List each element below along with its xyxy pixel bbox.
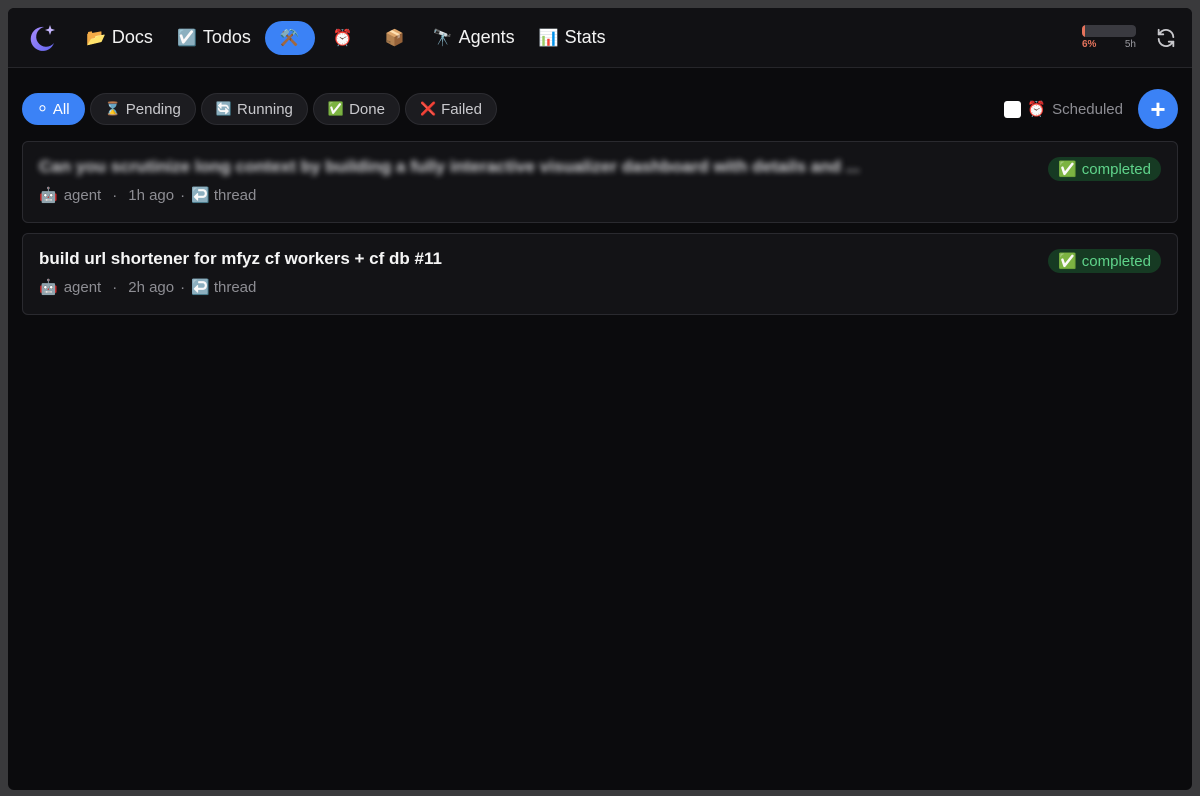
alarm-clock-icon: ⏰ bbox=[332, 29, 353, 47]
usage-meter[interactable]: 6% 5h bbox=[1082, 25, 1136, 50]
scheduled-label: Scheduled bbox=[1052, 100, 1123, 118]
task-time: 2h ago bbox=[128, 278, 175, 296]
cross-mark-icon: ❌ bbox=[419, 101, 437, 116]
nav-todos[interactable]: ☑️ Todos bbox=[167, 21, 261, 55]
nav-stats-label: Stats bbox=[564, 27, 606, 47]
filter-running-label: Running bbox=[237, 100, 293, 118]
bar-chart-icon: 📊 bbox=[538, 29, 559, 47]
nav-stats[interactable]: 📊 Stats bbox=[529, 21, 616, 55]
task-time: 1h ago bbox=[128, 186, 175, 204]
white-circle-icon: ⚪ bbox=[37, 101, 48, 116]
nav-agents-label: Agents bbox=[458, 27, 515, 47]
status-badge: ✅ completed bbox=[1048, 249, 1161, 273]
package-icon: 📦 bbox=[384, 29, 405, 47]
nav-agents[interactable]: 🔭 Agents bbox=[423, 21, 525, 55]
task-card[interactable]: build url shortener for mfyz cf workers … bbox=[22, 233, 1178, 315]
robot-icon: 🤖 bbox=[39, 279, 58, 296]
task-meta: 🤖 agent · 1h ago · ↩️ thread bbox=[39, 186, 1161, 205]
usage-percent: 6% bbox=[1082, 39, 1097, 50]
meta-separator: · bbox=[180, 186, 186, 204]
usage-labels: 6% 5h bbox=[1082, 39, 1136, 50]
moon-sparkle-logo-icon[interactable] bbox=[22, 18, 62, 58]
status-label: completed bbox=[1081, 160, 1151, 178]
filter-done[interactable]: ✅ Done bbox=[312, 93, 400, 125]
usage-bar-fill bbox=[1082, 25, 1086, 37]
status-badge: ✅ completed bbox=[1048, 157, 1161, 181]
filter-failed[interactable]: ❌ Failed bbox=[404, 93, 497, 125]
task-meta: 🤖 agent · 2h ago · ↩️ thread bbox=[39, 278, 1161, 297]
nav-tasks[interactable]: ⚒️ bbox=[264, 20, 315, 55]
app-window: 📂 Docs ☑️ Todos ⚒️ ⏰ 📦 🔭 Agents 📊 Stats … bbox=[8, 8, 1192, 790]
topbar-right: 6% 5h bbox=[1082, 25, 1178, 50]
filter-all-label: All bbox=[52, 100, 70, 118]
usage-bar bbox=[1082, 25, 1136, 37]
nav-todos-label: Todos bbox=[202, 27, 251, 47]
filter-pending[interactable]: ⌛ Pending bbox=[89, 93, 196, 125]
add-task-button[interactable]: + bbox=[1138, 89, 1178, 129]
filter-failed-label: Failed bbox=[441, 100, 482, 118]
status-filter-bar: ⚪ All ⌛ Pending 🔄 Running ✅ Done ❌ Faile… bbox=[8, 89, 1192, 129]
meta-separator: · bbox=[112, 278, 118, 296]
thread-link[interactable]: ↩️ thread bbox=[191, 278, 257, 297]
task-list: Can you scrutinize long context by build… bbox=[8, 141, 1192, 315]
refresh-icon[interactable] bbox=[1154, 26, 1178, 50]
task-agent: agent bbox=[63, 278, 102, 296]
filter-pending-label: Pending bbox=[125, 100, 181, 118]
hammer-and-pick-icon: ⚒️ bbox=[279, 29, 300, 47]
main-nav: 📂 Docs ☑️ Todos ⚒️ ⏰ 📦 🔭 Agents 📊 Stats bbox=[76, 20, 616, 55]
hourglass-icon: ⌛ bbox=[104, 101, 121, 116]
nav-docs-label: Docs bbox=[111, 27, 153, 47]
filter-done-label: Done bbox=[349, 100, 385, 118]
arrows-cycle-icon: 🔄 bbox=[215, 101, 233, 116]
robot-icon: 🤖 bbox=[39, 187, 58, 204]
return-arrow-icon: ↩️ bbox=[191, 187, 210, 204]
status-label: completed bbox=[1081, 252, 1151, 270]
check-mark-icon: ✅ bbox=[1058, 161, 1077, 178]
usage-window: 5h bbox=[1124, 39, 1136, 50]
scheduled-toggle: ⏰ Scheduled bbox=[1004, 100, 1123, 118]
alarm-clock-icon: ⏰ bbox=[1027, 101, 1047, 118]
filter-running[interactable]: 🔄 Running bbox=[200, 93, 308, 125]
check-mark-icon: ✅ bbox=[327, 101, 345, 116]
task-card[interactable]: Can you scrutinize long context by build… bbox=[22, 141, 1178, 223]
meta-separator: · bbox=[112, 186, 118, 204]
scheduled-checkbox[interactable] bbox=[1004, 100, 1022, 118]
checkbox-icon: ☑️ bbox=[176, 29, 197, 47]
telescope-icon: 🔭 bbox=[432, 29, 453, 47]
thread-link[interactable]: ↩️ thread bbox=[191, 186, 257, 205]
check-mark-icon: ✅ bbox=[1058, 253, 1077, 270]
nav-docs[interactable]: 📂 Docs bbox=[76, 21, 163, 55]
task-title: Can you scrutinize long context by build… bbox=[39, 157, 860, 176]
return-arrow-icon: ↩️ bbox=[191, 279, 210, 296]
filter-all[interactable]: ⚪ All bbox=[22, 93, 85, 125]
thread-label: thread bbox=[213, 186, 257, 204]
nav-packages[interactable]: 📦 bbox=[371, 21, 419, 55]
task-title: build url shortener for mfyz cf workers … bbox=[39, 249, 442, 268]
top-navigation-bar: 📂 Docs ☑️ Todos ⚒️ ⏰ 📦 🔭 Agents 📊 Stats … bbox=[8, 8, 1192, 68]
folder-icon: 📂 bbox=[86, 29, 106, 47]
meta-separator: · bbox=[180, 278, 186, 296]
task-agent: agent bbox=[63, 186, 102, 204]
nav-schedules[interactable]: ⏰ bbox=[319, 21, 367, 55]
thread-label: thread bbox=[213, 278, 257, 296]
